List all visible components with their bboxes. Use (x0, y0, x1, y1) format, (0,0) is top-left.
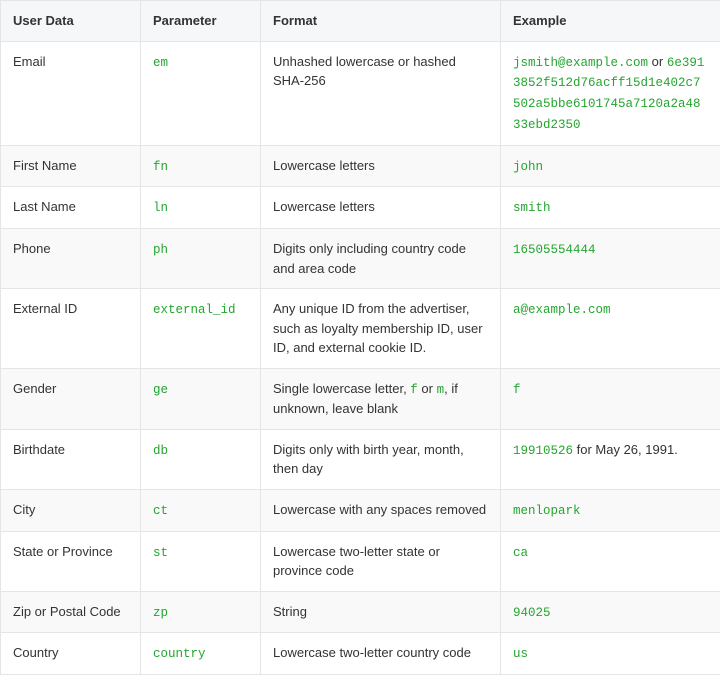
example-code: a@example.com (513, 303, 611, 317)
table-row: External ID external_id Any unique ID fr… (1, 289, 720, 369)
cell-format: Lowercase with any spaces removed (261, 489, 501, 531)
cell-example: 94025 (501, 591, 720, 633)
table-header-row: User Data Parameter Format Example (1, 1, 720, 42)
cell-example: a@example.com (501, 289, 720, 369)
cell-format: Unhashed lowercase or hashed SHA-256 (261, 41, 501, 145)
cell-user-data: State or Province (1, 531, 141, 591)
format-code: m (437, 383, 445, 397)
cell-example: ca (501, 531, 720, 591)
table-row: First Name fn Lowercase letters john (1, 145, 720, 187)
param-code: external_id (153, 303, 236, 317)
table-row: State or Province st Lowercase two-lette… (1, 531, 720, 591)
param-code: country (153, 647, 206, 661)
cell-parameter: fn (141, 145, 261, 187)
example-code: 19910526 (513, 444, 573, 458)
cell-format: Any unique ID from the advertiser, such … (261, 289, 501, 369)
table-row: Email em Unhashed lowercase or hashed SH… (1, 41, 720, 145)
col-header-example: Example (501, 1, 720, 42)
cell-format: Lowercase letters (261, 145, 501, 187)
cell-format: Lowercase two-letter state or province c… (261, 531, 501, 591)
cell-user-data: Email (1, 41, 141, 145)
cell-user-data: Gender (1, 368, 141, 429)
cell-parameter: external_id (141, 289, 261, 369)
param-code: em (153, 56, 168, 70)
cell-parameter: ln (141, 187, 261, 229)
col-header-format: Format (261, 1, 501, 42)
cell-parameter: zp (141, 591, 261, 633)
cell-format: String (261, 591, 501, 633)
cell-user-data: Country (1, 633, 141, 675)
cell-user-data: First Name (1, 145, 141, 187)
cell-parameter: country (141, 633, 261, 675)
table-row: Phone ph Digits only including country c… (1, 229, 720, 289)
cell-example: smith (501, 187, 720, 229)
format-text: or (418, 381, 437, 396)
cell-example: 16505554444 (501, 229, 720, 289)
cell-parameter: ph (141, 229, 261, 289)
example-code: menlopark (513, 504, 581, 518)
cell-parameter: ct (141, 489, 261, 531)
cell-example: 19910526 for May 26, 1991. (501, 429, 720, 489)
table-row: Birthdate db Digits only with birth year… (1, 429, 720, 489)
cell-parameter: ge (141, 368, 261, 429)
table-row: Country country Lowercase two-letter cou… (1, 633, 720, 675)
example-code: f (513, 383, 521, 397)
cell-user-data: Birthdate (1, 429, 141, 489)
param-code: ln (153, 201, 168, 215)
param-code: st (153, 546, 168, 560)
table-row: Last Name ln Lowercase letters smith (1, 187, 720, 229)
cell-example: us (501, 633, 720, 675)
cell-user-data: Last Name (1, 187, 141, 229)
example-text: for May 26, 1991. (573, 442, 678, 457)
example-text: or (648, 54, 667, 69)
cell-user-data: Phone (1, 229, 141, 289)
cell-format: Lowercase two-letter country code (261, 633, 501, 675)
user-data-parameters-table: User Data Parameter Format Example Email… (0, 0, 720, 675)
table-row: Gender ge Single lowercase letter, f or … (1, 368, 720, 429)
cell-user-data: External ID (1, 289, 141, 369)
example-code: jsmith@example.com (513, 56, 648, 70)
cell-example: john (501, 145, 720, 187)
cell-user-data: Zip or Postal Code (1, 591, 141, 633)
cell-parameter: db (141, 429, 261, 489)
cell-format: Digits only with birth year, month, then… (261, 429, 501, 489)
cell-format: Digits only including country code and a… (261, 229, 501, 289)
cell-user-data: City (1, 489, 141, 531)
param-code: ge (153, 383, 168, 397)
cell-format: Single lowercase letter, f or m, if unkn… (261, 368, 501, 429)
param-code: db (153, 444, 168, 458)
cell-parameter: st (141, 531, 261, 591)
example-code: smith (513, 201, 551, 215)
param-code: fn (153, 160, 168, 174)
cell-parameter: em (141, 41, 261, 145)
col-header-parameter: Parameter (141, 1, 261, 42)
cell-example: jsmith@example.com or 6e3913852f512d76ac… (501, 41, 720, 145)
col-header-user-data: User Data (1, 1, 141, 42)
param-code: ph (153, 243, 168, 257)
example-code: 94025 (513, 606, 551, 620)
format-code: f (410, 383, 418, 397)
cell-example: f (501, 368, 720, 429)
example-code: us (513, 647, 528, 661)
example-code: 16505554444 (513, 243, 596, 257)
format-text: Single lowercase letter, (273, 381, 410, 396)
cell-example: menlopark (501, 489, 720, 531)
example-code: ca (513, 546, 528, 560)
example-code: john (513, 160, 543, 174)
table-row: City ct Lowercase with any spaces remove… (1, 489, 720, 531)
param-code: zp (153, 606, 168, 620)
param-code: ct (153, 504, 168, 518)
table-row: Zip or Postal Code zp String 94025 (1, 591, 720, 633)
cell-format: Lowercase letters (261, 187, 501, 229)
